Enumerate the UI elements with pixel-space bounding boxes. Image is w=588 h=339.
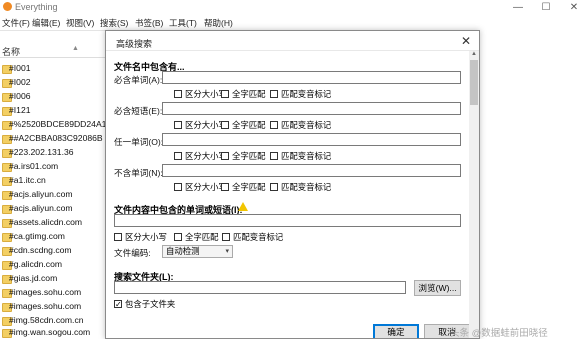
dialog-close-icon[interactable]: ✕ bbox=[461, 34, 471, 48]
checkbox-box[interactable] bbox=[174, 233, 182, 241]
menu-tools[interactable]: 工具(T) bbox=[169, 17, 197, 29]
list-item[interactable]: #acjs.aliyun.com bbox=[0, 189, 110, 201]
list-item[interactable]: #cdn.scdng.com bbox=[0, 245, 110, 257]
content-whole-word-checkbox[interactable]: 全字匹配 bbox=[174, 231, 219, 242]
checkbox-box[interactable] bbox=[270, 152, 278, 160]
any-word-label: 任一单词(O): bbox=[114, 137, 164, 147]
warning-icon bbox=[238, 202, 248, 211]
list-right-area bbox=[478, 30, 588, 337]
diacritics-checkbox[interactable]: 匹配变音标记 bbox=[270, 150, 331, 161]
checkbox-box[interactable] bbox=[270, 183, 278, 191]
list-item[interactable]: #a.irs01.com bbox=[0, 161, 110, 173]
scrollbar-thumb[interactable] bbox=[470, 60, 478, 105]
menu-help[interactable]: 帮助(H) bbox=[204, 17, 233, 29]
include-subfolders-checkbox[interactable]: ✓ 包含子文件夹 bbox=[114, 298, 175, 309]
checkbox-box[interactable] bbox=[114, 233, 122, 241]
must-contain-phrase-input[interactable] bbox=[162, 102, 461, 115]
match-case-checkbox[interactable]: 区分大小写 bbox=[174, 150, 227, 161]
list-item[interactable]: #images.sohu.com bbox=[0, 287, 110, 299]
menu-search[interactable]: 搜索(S) bbox=[100, 17, 128, 29]
list-item[interactable]: #%2520BDCE89DD24A1 bbox=[0, 119, 110, 131]
menu-bookmarks[interactable]: 书签(B) bbox=[135, 17, 163, 29]
dialog-title: 高级搜索 bbox=[116, 39, 153, 49]
checkbox-box[interactable] bbox=[221, 183, 229, 191]
checkbox-box[interactable] bbox=[270, 90, 278, 98]
match-case-checkbox[interactable]: 区分大小写 bbox=[174, 119, 227, 130]
title-bar: Everything — ☐ ✕ bbox=[0, 0, 588, 15]
list-item[interactable]: #a1.itc.cn bbox=[0, 175, 110, 187]
folder-path-input[interactable] bbox=[114, 281, 406, 294]
list-item[interactable]: ##A2CBBA083C92086B bbox=[0, 133, 110, 145]
diacritics-checkbox[interactable]: 匹配变音标记 bbox=[270, 119, 331, 130]
list-item[interactable]: #I121 bbox=[0, 105, 110, 117]
scroll-up-icon[interactable]: ▲ bbox=[469, 51, 479, 60]
whole-word-checkbox[interactable]: 全字匹配 bbox=[221, 150, 266, 161]
advanced-search-dialog: 高级搜索 ✕ 文件名中包含有... 必含单词(A): 区分大小写 全字匹配 匹配… bbox=[105, 30, 480, 339]
exclude-words-label: 不含单词(N): bbox=[114, 168, 163, 178]
window-title: Everything bbox=[15, 2, 58, 12]
browse-button[interactable]: 浏览(W)... bbox=[414, 280, 461, 296]
list-item[interactable]: #I006 bbox=[0, 91, 110, 103]
whole-word-checkbox[interactable]: 全字匹配 bbox=[221, 88, 266, 99]
close-window-button[interactable]: ✕ bbox=[560, 0, 588, 15]
whole-word-checkbox[interactable]: 全字匹配 bbox=[221, 181, 266, 192]
must-contain-words-label: 必含单词(A): bbox=[114, 75, 163, 85]
checkbox-box[interactable] bbox=[221, 152, 229, 160]
checkbox-box[interactable] bbox=[270, 121, 278, 129]
file-list: #I001 #I002 #I006 #I121 #%2520BDCE89DD24… bbox=[0, 63, 110, 339]
list-item[interactable]: #ca.gtimg.com bbox=[0, 231, 110, 243]
list-item[interactable]: #g.alicdn.com bbox=[0, 259, 110, 271]
list-item[interactable]: #223.202.131.36 bbox=[0, 147, 110, 159]
minimize-button[interactable]: — bbox=[504, 0, 532, 15]
list-item[interactable]: #gias.jd.com bbox=[0, 273, 110, 285]
encoding-select[interactable]: 自动检测 ▾ bbox=[162, 245, 233, 258]
checkbox-box[interactable] bbox=[174, 183, 182, 191]
sort-ascending-icon: ▲ bbox=[72, 45, 79, 52]
list-item[interactable]: #I001 bbox=[0, 63, 110, 75]
list-item[interactable]: #images.sohu.com bbox=[0, 301, 110, 313]
diacritics-checkbox[interactable]: 匹配变音标记 bbox=[270, 181, 331, 192]
menu-view[interactable]: 视图(V) bbox=[66, 17, 94, 29]
maximize-button[interactable]: ☐ bbox=[532, 0, 560, 15]
checkbox-box[interactable] bbox=[174, 121, 182, 129]
list-item[interactable]: #img.58cdn.com.cn bbox=[0, 315, 110, 327]
menu-file[interactable]: 文件(F) bbox=[2, 17, 30, 29]
chevron-down-icon: ▾ bbox=[225, 248, 229, 255]
content-match-case-checkbox[interactable]: 区分大小写 bbox=[114, 231, 167, 242]
checkbox-box[interactable] bbox=[174, 90, 182, 98]
checkbox-checked[interactable]: ✓ bbox=[114, 300, 122, 309]
any-word-input[interactable] bbox=[162, 133, 461, 146]
match-case-checkbox[interactable]: 区分大小写 bbox=[174, 88, 227, 99]
column-header-name[interactable]: 名称 bbox=[2, 45, 20, 58]
checkbox-box[interactable] bbox=[221, 121, 229, 129]
match-case-checkbox[interactable]: 区分大小写 bbox=[174, 181, 227, 192]
menu-bar: 文件(F) 编辑(E) 视图(V) 搜索(S) 书签(B) 工具(T) 帮助(H… bbox=[0, 15, 588, 31]
dialog-title-divider bbox=[106, 50, 479, 51]
list-item[interactable]: #assets.alicdn.com bbox=[0, 217, 110, 229]
content-diacritics-checkbox[interactable]: 匹配变音标记 bbox=[222, 231, 283, 242]
menu-edit[interactable]: 编辑(E) bbox=[32, 17, 60, 29]
checkbox-box[interactable] bbox=[174, 152, 182, 160]
whole-word-checkbox[interactable]: 全字匹配 bbox=[221, 119, 266, 130]
must-contain-phrase-label: 必含短语(E): bbox=[114, 106, 163, 116]
encoding-label: 文件编码: bbox=[114, 248, 151, 258]
list-item[interactable]: #img.wan.sogou.com bbox=[0, 327, 110, 339]
list-item[interactable]: #I002 bbox=[0, 77, 110, 89]
must-contain-words-input[interactable] bbox=[162, 71, 461, 84]
list-item[interactable]: #acjs.aliyun.com bbox=[0, 203, 110, 215]
exclude-words-input[interactable] bbox=[162, 164, 461, 177]
diacritics-checkbox[interactable]: 匹配变音标记 bbox=[270, 88, 331, 99]
everything-app-icon bbox=[3, 2, 12, 11]
checkbox-box[interactable] bbox=[221, 90, 229, 98]
checkbox-box[interactable] bbox=[222, 233, 230, 241]
content-text-input[interactable] bbox=[114, 214, 461, 227]
